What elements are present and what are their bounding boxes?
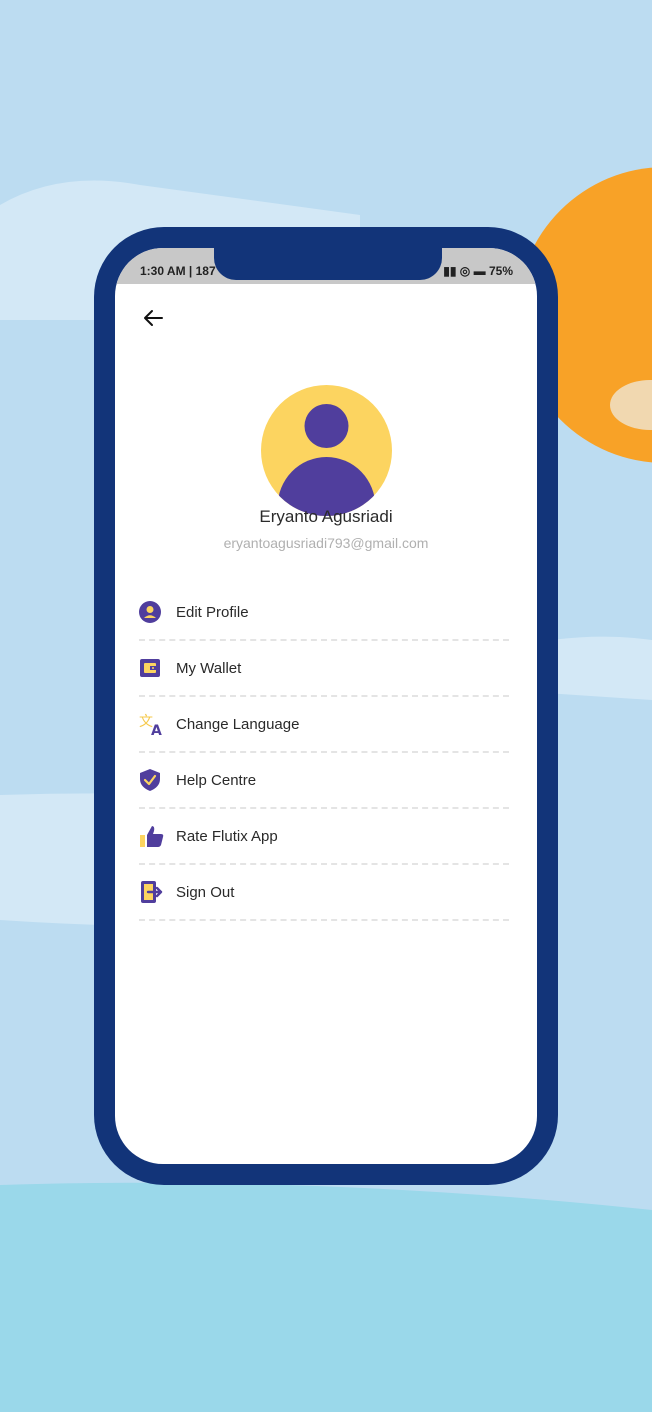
shield-check-icon xyxy=(139,767,165,793)
screen: 1:30 AM | 187 ▮▮ ◎ ▬ 75% Eryanto Agusria… xyxy=(115,248,537,1164)
translate-icon: 文 A xyxy=(139,711,165,737)
status-battery: ▮▮ ◎ ▬ 75% xyxy=(443,264,513,278)
wallet-icon xyxy=(139,655,165,681)
phone-frame: 1:30 AM | 187 ▮▮ ◎ ▬ 75% Eryanto Agusria… xyxy=(94,227,558,1185)
menu-item-label: Rate Flutix App xyxy=(176,827,278,845)
user-circle-icon xyxy=(139,599,165,625)
menu-item-my-wallet[interactable]: My Wallet xyxy=(139,641,509,697)
thumbs-up-icon xyxy=(139,823,165,849)
profile-menu: Edit Profile My Wallet 文 A Change Langua… xyxy=(139,585,509,921)
menu-item-rate-app[interactable]: Rate Flutix App xyxy=(139,809,509,865)
battery-percentage: 75% xyxy=(488,264,513,278)
menu-item-label: My Wallet xyxy=(176,659,242,677)
menu-item-edit-profile[interactable]: Edit Profile xyxy=(139,585,509,641)
menu-item-label: Change Language xyxy=(176,715,300,733)
status-time: 1:30 AM | 187 xyxy=(140,264,216,278)
menu-item-change-language[interactable]: 文 A Change Language xyxy=(139,697,509,753)
menu-item-label: Sign Out xyxy=(176,883,235,901)
profile-name: Eryanto Agusriadi xyxy=(259,507,393,526)
menu-item-sign-out[interactable]: Sign Out xyxy=(139,865,509,921)
back-button[interactable] xyxy=(139,304,167,332)
menu-item-label: Edit Profile xyxy=(176,603,249,621)
menu-item-label: Help Centre xyxy=(176,771,257,789)
arrow-left-icon xyxy=(144,310,163,326)
profile-email: eryantoagusriadi793@gmail.com xyxy=(223,535,429,551)
signal-icon: ▮▮ ◎ ▬ xyxy=(443,264,486,278)
phone-notch xyxy=(214,248,442,280)
sign-out-icon xyxy=(139,879,165,905)
menu-item-help-centre[interactable]: Help Centre xyxy=(139,753,509,809)
avatar[interactable] xyxy=(261,385,392,516)
user-avatar-icon xyxy=(277,404,376,516)
svg-text:A: A xyxy=(151,723,162,736)
